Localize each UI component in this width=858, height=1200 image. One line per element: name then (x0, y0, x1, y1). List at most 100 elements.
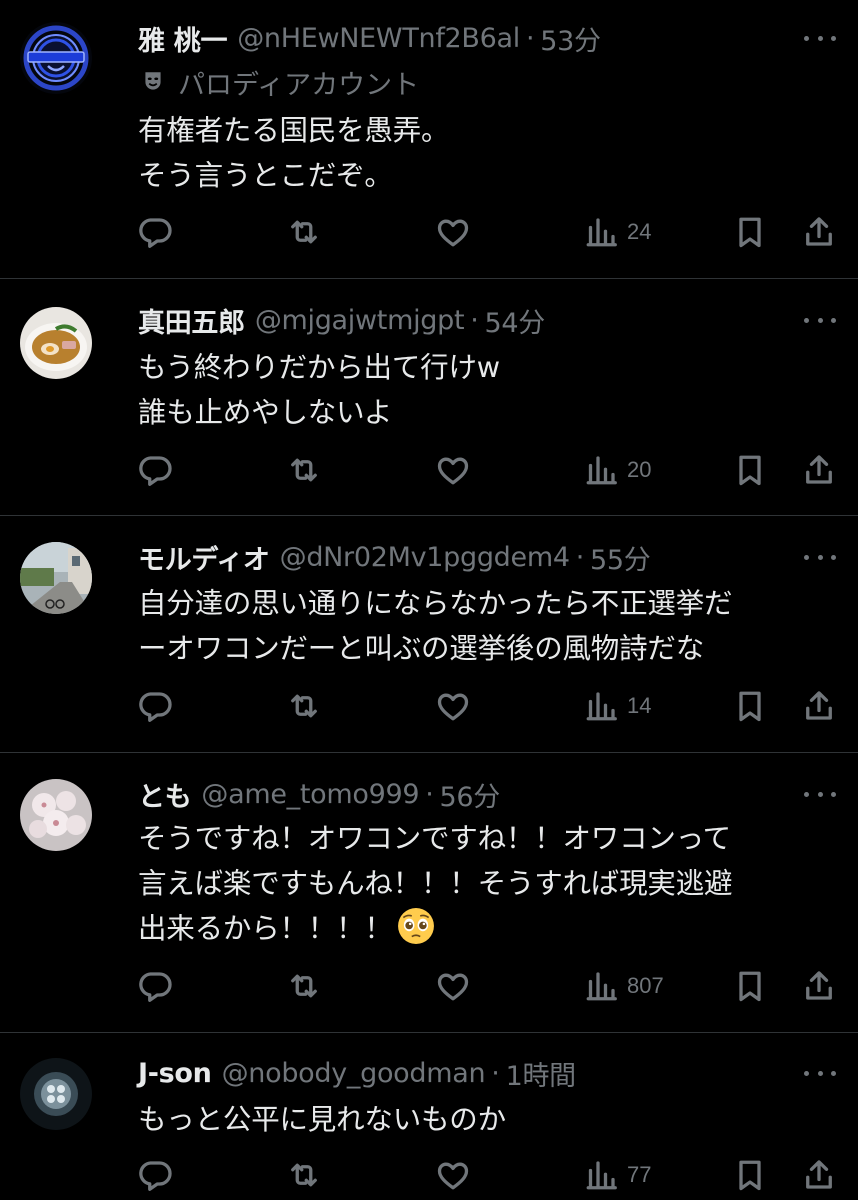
post-2[interactable]: 真田五郎 @mjgajwtmjgpt · 54分 もう終わりだから出て行けw 誰… (0, 279, 858, 516)
retweet-button[interactable] (286, 450, 322, 490)
bookmark-button[interactable] (732, 1155, 768, 1195)
avatar[interactable] (20, 22, 92, 94)
post-3[interactable]: モルディオ @dNr02Mv1pggdem4 · 55分 自分達の思い通りになら… (0, 516, 858, 753)
retweet-button[interactable] (286, 686, 322, 726)
heart-icon (435, 688, 471, 724)
more-options-icon[interactable] (804, 28, 836, 48)
share-icon (801, 214, 837, 250)
cherry-blossom-photo (20, 779, 92, 851)
views-chart-icon (583, 968, 619, 1004)
views-count: 24 (627, 219, 652, 244)
reply-button[interactable] (137, 966, 173, 1006)
post-header: モルディオ @dNr02Mv1pggdem4 · 55分 (138, 537, 788, 577)
post-5[interactable]: J-son @nobody_goodman · 1時間 もっと公平に見れないもの… (0, 1033, 858, 1200)
retweet-icon (286, 968, 322, 1004)
reply-button[interactable] (137, 1155, 173, 1195)
timestamp[interactable]: 54分 (485, 301, 546, 340)
display-name[interactable]: モルディオ (138, 538, 270, 577)
timestamp[interactable]: 1時間 (506, 1054, 577, 1093)
like-button[interactable] (435, 966, 471, 1006)
like-button[interactable] (435, 686, 471, 726)
display-name[interactable]: とも (138, 775, 192, 814)
avatar[interactable] (20, 307, 92, 379)
views-count: 20 (627, 457, 652, 482)
timestamp[interactable]: 55分 (590, 538, 651, 577)
post-text: そうですね！オワコンですね！！オワコンって 言えば楽ですもんね！！！そうすれば現… (138, 816, 834, 951)
views-chart-icon (583, 452, 619, 488)
heart-icon (435, 968, 471, 1004)
views-chart-icon (583, 1157, 619, 1193)
reply-icon (137, 1157, 173, 1193)
retweet-button[interactable] (286, 212, 322, 252)
share-icon (801, 1157, 837, 1193)
views-button[interactable]: 807 (583, 966, 664, 1006)
retweet-button[interactable] (286, 1155, 322, 1195)
post-header: J-son @nobody_goodman · 1時間 (138, 1053, 788, 1093)
badge-label: パロディアカウント (178, 69, 420, 101)
handle[interactable]: @dNr02Mv1pggdem4 (280, 542, 570, 573)
bookmark-button[interactable] (732, 686, 768, 726)
share-icon (801, 968, 837, 1004)
pleading-face-emoji (397, 908, 434, 944)
action-bar: 14 (0, 686, 858, 726)
more-options-icon[interactable] (804, 310, 836, 330)
more-options-icon[interactable] (804, 547, 836, 567)
bookmark-icon (732, 452, 768, 488)
parody-account-badge: パロディアカウント (140, 64, 420, 101)
more-options-icon[interactable] (804, 784, 836, 804)
separator: · (575, 541, 585, 573)
bookmark-button[interactable] (732, 212, 768, 252)
views-button[interactable]: 24 (583, 212, 651, 252)
retweet-icon (286, 452, 322, 488)
views-count: 77 (627, 1162, 652, 1187)
handle[interactable]: @nobody_goodman (222, 1058, 486, 1089)
reply-button[interactable] (137, 686, 173, 726)
post-1[interactable]: 雅 桃一 @nHEwNEWTnf2B6al · 53分 パロディアカウント 有権… (0, 0, 858, 279)
share-button[interactable] (801, 212, 837, 252)
action-bar: 20 (0, 450, 858, 490)
display-name[interactable]: J-son (138, 1058, 212, 1089)
bookmark-button[interactable] (732, 966, 768, 1006)
like-button[interactable] (435, 450, 471, 490)
display-name[interactable]: 真田五郎 (138, 301, 245, 340)
separator: · (470, 304, 479, 336)
retweet-button[interactable] (286, 966, 322, 1006)
timestamp[interactable]: 53分 (540, 19, 601, 58)
handle[interactable]: @ame_tomo999 (201, 779, 419, 810)
post-text: 有権者たる国民を愚弄。 そう言うとこだぞ。 (138, 114, 450, 192)
share-icon (801, 688, 837, 724)
timestamp[interactable]: 56分 (440, 775, 501, 814)
post-4[interactable]: とも @ame_tomo999 · 56分 そうですね！オワコンですね！！オワコ… (0, 753, 858, 1033)
avatar[interactable] (20, 779, 92, 851)
more-options-icon[interactable] (804, 1063, 836, 1083)
reply-icon (137, 452, 173, 488)
like-button[interactable] (435, 212, 471, 252)
action-bar: 807 (0, 966, 858, 1006)
share-button[interactable] (801, 1155, 837, 1195)
reply-button[interactable] (137, 212, 173, 252)
handle[interactable]: @nHEwNEWTnf2B6al (237, 23, 520, 54)
handle[interactable]: @mjgajwtmjgpt (255, 305, 465, 336)
views-button[interactable]: 20 (583, 450, 651, 490)
post-text: もっと公平に見れないものか (138, 1103, 506, 1136)
bookmark-icon (732, 214, 768, 250)
reply-button[interactable] (137, 450, 173, 490)
bookmark-button[interactable] (732, 450, 768, 490)
laughing-man-logo (20, 22, 92, 94)
views-button[interactable]: 14 (583, 686, 651, 726)
jellyfish-photo (20, 1058, 92, 1130)
reply-icon (137, 688, 173, 724)
share-button[interactable] (801, 966, 837, 1006)
views-count: 807 (627, 973, 664, 998)
avatar[interactable] (20, 542, 92, 614)
views-button[interactable]: 77 (583, 1155, 651, 1195)
avatar[interactable] (20, 1058, 92, 1130)
share-button[interactable] (801, 450, 837, 490)
retweet-icon (286, 1157, 322, 1193)
like-button[interactable] (435, 1155, 471, 1195)
bookmark-icon (732, 688, 768, 724)
reply-icon (137, 968, 173, 1004)
display-name[interactable]: 雅 桃一 (138, 19, 228, 58)
share-button[interactable] (801, 686, 837, 726)
post-header: とも @ame_tomo999 · 56分 (138, 774, 788, 814)
